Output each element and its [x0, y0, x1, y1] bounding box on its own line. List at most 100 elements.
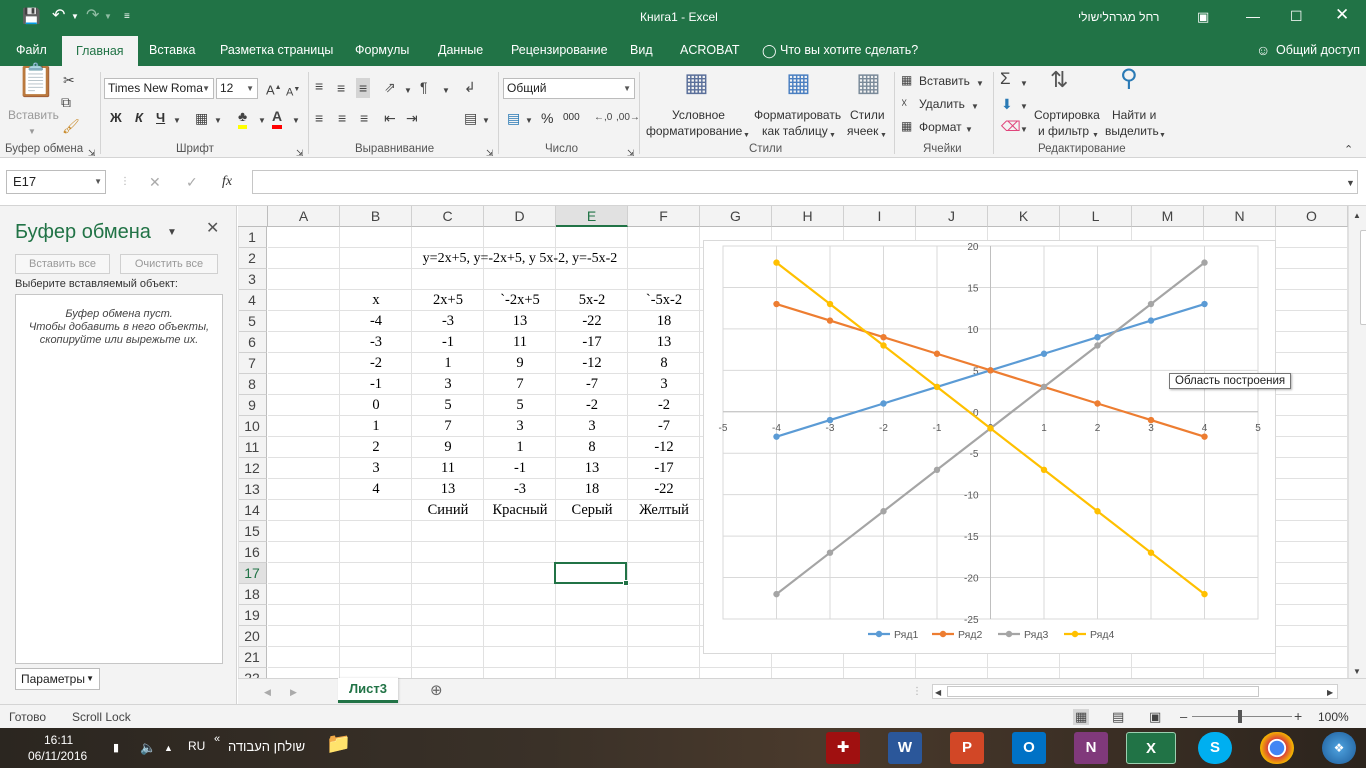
- split-handle-icon[interactable]: ⋮: [912, 684, 922, 700]
- table-cell[interactable]: -7: [556, 374, 628, 395]
- outlook-taskbar-icon[interactable]: O: [1012, 732, 1046, 764]
- zoom-in-icon[interactable]: +: [1294, 708, 1302, 724]
- select-all-corner[interactable]: [238, 206, 268, 227]
- row-header-17[interactable]: 17: [238, 563, 267, 584]
- row-header-15[interactable]: 15: [238, 521, 267, 542]
- scroll-up-icon[interactable]: ▲: [1353, 208, 1361, 224]
- chevron-down-icon[interactable]: ▼: [976, 76, 984, 92]
- zoom-slider[interactable]: [1192, 716, 1292, 717]
- start-button-icon[interactable]: ❖: [1322, 732, 1356, 764]
- row-header-8[interactable]: 8: [238, 374, 267, 395]
- excel-taskbar-icon[interactable]: X: [1126, 732, 1176, 764]
- percent-button[interactable]: %: [541, 110, 553, 126]
- customize-toolbar-icon[interactable]: ≡: [124, 9, 130, 25]
- find-select-icon[interactable]: ⚲: [1120, 67, 1138, 91]
- align-right-icon[interactable]: ≡: [360, 110, 368, 126]
- column-header-n[interactable]: N: [1204, 206, 1276, 227]
- row-header-9[interactable]: 9: [238, 395, 267, 416]
- table-cell[interactable]: 11: [484, 332, 556, 353]
- skype-taskbar-icon[interactable]: S: [1198, 732, 1232, 764]
- bold-button[interactable]: Ж: [110, 110, 122, 125]
- table-cell[interactable]: 3: [340, 458, 412, 479]
- column-header-f[interactable]: F: [628, 206, 700, 227]
- font-size-combo[interactable]: 12 ▼: [216, 78, 258, 99]
- sort-filter-button[interactable]: Сортировка: [1034, 108, 1100, 122]
- align-center-icon[interactable]: ≡: [338, 110, 346, 126]
- increase-indent-icon[interactable]: ⇥: [406, 110, 418, 126]
- tab-review[interactable]: Рецензирование: [505, 34, 614, 66]
- table-cell[interactable]: 1: [340, 416, 412, 437]
- table-cell[interactable]: -3: [340, 332, 412, 353]
- table-cell[interactable]: 18: [556, 479, 628, 500]
- cell-color-label-e14[interactable]: Серый: [556, 500, 628, 521]
- thousands-button[interactable]: 000: [563, 112, 580, 123]
- table-cell[interactable]: 18: [628, 311, 700, 332]
- zoom-level[interactable]: 100%: [1318, 710, 1349, 724]
- chevron-down-icon[interactable]: ▼: [442, 83, 450, 99]
- table-cell[interactable]: 8: [556, 437, 628, 458]
- close-icon[interactable]: ✕: [1335, 6, 1349, 23]
- table-cell[interactable]: 7: [412, 416, 484, 437]
- delete-cells-button[interactable]: Удалить: [919, 97, 965, 111]
- decrease-decimal-icon[interactable]: ,00→: [616, 110, 640, 126]
- chevron-down-icon[interactable]: ▼: [971, 99, 979, 115]
- row-header-19[interactable]: 19: [238, 605, 267, 626]
- name-box[interactable]: E17 ▼: [6, 170, 106, 194]
- acrobat-taskbar-icon[interactable]: ✚: [826, 732, 860, 764]
- options-button[interactable]: Параметры ▼: [15, 668, 100, 690]
- row-header-20[interactable]: 20: [238, 626, 267, 647]
- grow-font-icon[interactable]: A▲: [266, 80, 282, 98]
- table-cell[interactable]: 3: [412, 374, 484, 395]
- fill-handle[interactable]: [623, 580, 629, 586]
- zoom-out-icon[interactable]: –: [1180, 709, 1187, 725]
- table-cell[interactable]: -3: [412, 311, 484, 332]
- row-header-14[interactable]: 14: [238, 500, 267, 521]
- fill-color-icon[interactable]: ♣: [238, 108, 248, 129]
- cell-d2-title[interactable]: y=2x+5, y=-2x+5, y 5x-2, y=-5x-2: [412, 248, 628, 269]
- table-cell[interactable]: -1: [340, 374, 412, 395]
- column-header-g[interactable]: G: [700, 206, 772, 227]
- table-cell[interactable]: 5: [484, 395, 556, 416]
- shrink-font-icon[interactable]: A▼: [286, 82, 300, 101]
- zoom-slider-thumb[interactable]: [1238, 710, 1242, 723]
- cell-header-e4[interactable]: 5x-2: [556, 290, 628, 311]
- row-header-13[interactable]: 13: [238, 479, 267, 500]
- clock-time[interactable]: 16:11: [44, 733, 73, 747]
- autosum-icon[interactable]: Σ: [1000, 70, 1011, 87]
- page-break-view-icon[interactable]: ▣: [1149, 709, 1161, 725]
- horizontal-scroll-thumb[interactable]: [947, 686, 1259, 697]
- align-left-icon[interactable]: ≡: [315, 110, 323, 126]
- accounting-format-icon[interactable]: ▤: [507, 110, 520, 126]
- merge-cells-icon[interactable]: ▤: [464, 110, 477, 126]
- find-select-button[interactable]: Найти и: [1112, 108, 1156, 122]
- table-cell[interactable]: 9: [412, 437, 484, 458]
- column-header-b[interactable]: B: [340, 206, 412, 227]
- column-header-d[interactable]: D: [484, 206, 556, 227]
- network-icon[interactable]: ▮: [113, 740, 119, 756]
- row-header-18[interactable]: 18: [238, 584, 267, 605]
- scroll-left-icon[interactable]: ◀: [935, 685, 941, 701]
- table-cell[interactable]: -2: [340, 353, 412, 374]
- tab-formulas[interactable]: Формулы: [349, 34, 415, 66]
- conditional-formatting-button[interactable]: Условное: [672, 108, 725, 122]
- table-cell[interactable]: -4: [340, 311, 412, 332]
- tab-data[interactable]: Данные: [432, 34, 489, 66]
- chevron-down-icon[interactable]: ▼: [829, 128, 836, 144]
- folder-icon[interactable]: 📁: [326, 734, 351, 754]
- table-cell[interactable]: -17: [628, 458, 700, 479]
- table-cell[interactable]: 4: [340, 479, 412, 500]
- paste-button[interactable]: Вставить: [8, 108, 59, 122]
- table-cell[interactable]: 13: [412, 479, 484, 500]
- desktop-toolbar-chevron-icon[interactable]: «: [214, 731, 220, 747]
- prev-sheet-icon[interactable]: ◀: [264, 684, 271, 700]
- number-format-combo[interactable]: Общий ▼: [503, 78, 635, 99]
- table-cell[interactable]: 3: [556, 416, 628, 437]
- row-header-5[interactable]: 5: [238, 311, 267, 332]
- table-cell[interactable]: 7: [484, 374, 556, 395]
- format-as-table-button[interactable]: Форматировать: [754, 108, 841, 122]
- table-cell[interactable]: -12: [628, 437, 700, 458]
- cell-header-c4[interactable]: 2x+5: [412, 290, 484, 311]
- table-cell[interactable]: -12: [556, 353, 628, 374]
- table-cell[interactable]: 8: [628, 353, 700, 374]
- column-header-i[interactable]: I: [844, 206, 916, 227]
